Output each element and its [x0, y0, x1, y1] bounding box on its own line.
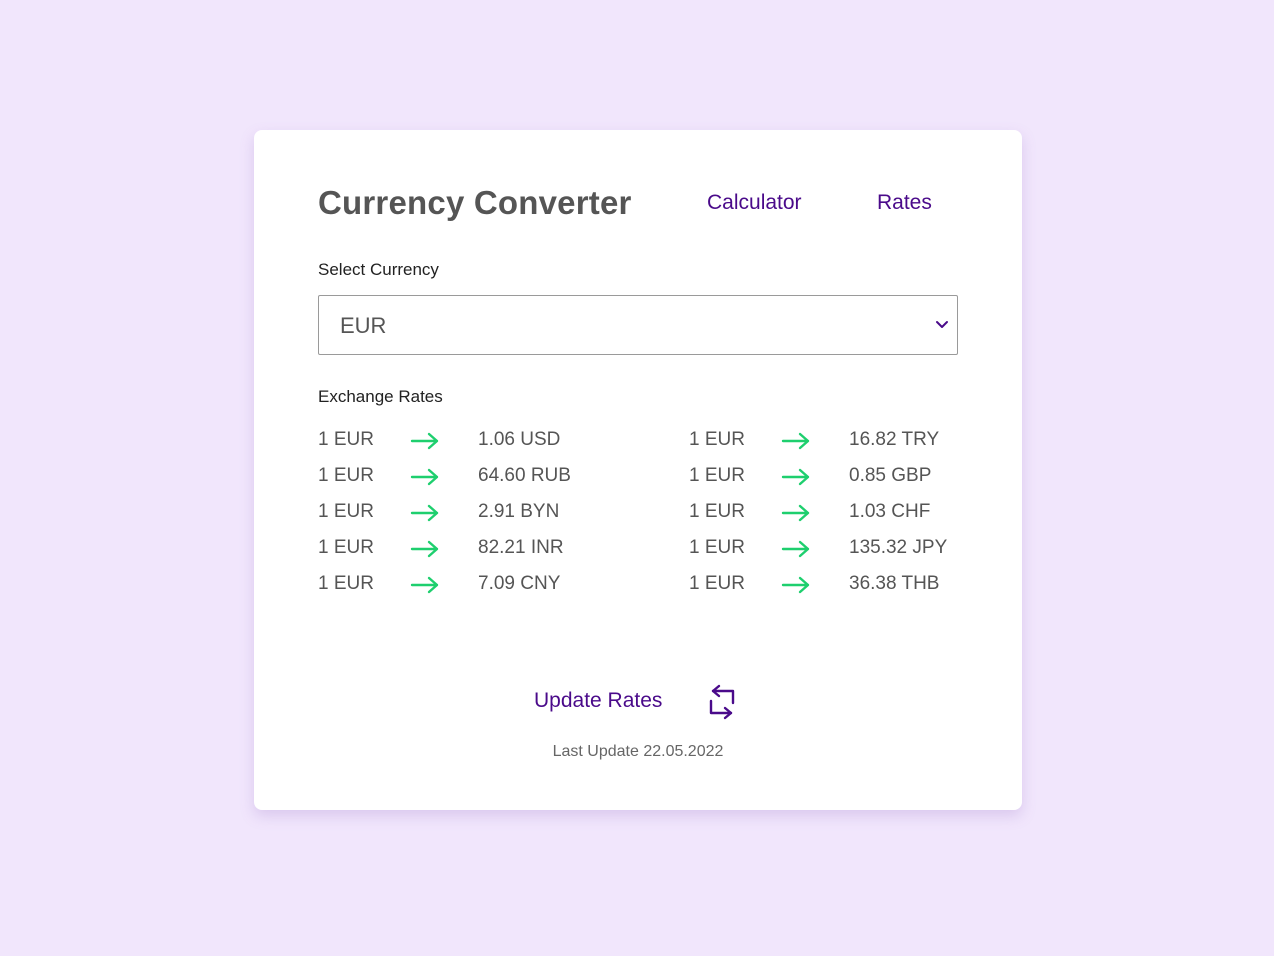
- rate-row: 1 EUR 1.06 USD: [318, 427, 618, 463]
- last-update-text: Last Update 22.05.2022: [552, 743, 724, 760]
- rate-base: 1 EUR: [689, 465, 745, 486]
- arrow-right-icon: [781, 576, 810, 594]
- currency-select-value: EUR: [340, 313, 387, 338]
- nav-calculator-link[interactable]: Calculator: [707, 191, 802, 215]
- currency-select[interactable]: EUR: [318, 295, 958, 355]
- chevron-down-icon: [936, 321, 948, 328]
- converter-card: Currency Converter Calculator Rates Sele…: [254, 130, 1022, 810]
- arrow-right-icon: [781, 432, 810, 450]
- rate-target: 36.38 THB: [849, 573, 940, 594]
- refresh-icon[interactable]: [705, 683, 739, 721]
- arrow-right-icon: [781, 468, 810, 486]
- rate-base: 1 EUR: [318, 537, 374, 558]
- rate-target: 64.60 RUB: [478, 465, 571, 486]
- rate-base: 1 EUR: [689, 573, 745, 594]
- rate-target: 1.06 USD: [478, 429, 561, 450]
- rate-target: 135.32 JPY: [849, 537, 948, 558]
- rate-row: 1 EUR 1.03 CHF: [689, 499, 989, 535]
- arrow-right-icon: [781, 504, 810, 522]
- update-rates-label: Update Rates: [534, 689, 663, 712]
- rate-target: 16.82 TRY: [849, 429, 940, 450]
- rate-row: 1 EUR 0.85 GBP: [689, 463, 989, 499]
- rate-base: 1 EUR: [689, 501, 745, 522]
- page-title: Currency Converter: [318, 184, 632, 221]
- rate-row: 1 EUR 82.21 INR: [318, 535, 618, 571]
- rate-row: 1 EUR 2.91 BYN: [318, 499, 618, 535]
- arrow-right-icon: [410, 432, 439, 450]
- rate-target: 7.09 CNY: [478, 573, 561, 594]
- rate-target: 2.91 BYN: [478, 501, 560, 522]
- rate-target: 1.03 CHF: [849, 501, 931, 522]
- rate-row: 1 EUR 16.82 TRY: [689, 427, 989, 463]
- rate-row: 1 EUR 135.32 JPY: [689, 535, 989, 571]
- select-currency-label: Select Currency: [318, 260, 439, 279]
- rate-base: 1 EUR: [318, 429, 374, 450]
- arrow-right-icon: [410, 504, 439, 522]
- update-rates-button[interactable]: Update Rates: [534, 683, 744, 723]
- rate-row: 1 EUR 7.09 CNY: [318, 571, 618, 607]
- arrow-right-icon: [781, 540, 810, 558]
- rate-base: 1 EUR: [318, 573, 374, 594]
- exchange-rates-label: Exchange Rates: [318, 387, 443, 406]
- arrow-right-icon: [410, 540, 439, 558]
- rate-base: 1 EUR: [318, 501, 374, 522]
- rate-target: 82.21 INR: [478, 537, 564, 558]
- rates-list-right: 1 EUR 16.82 TRY 1 EUR 0.85 GBP 1 EUR 1.0…: [689, 427, 989, 607]
- rate-base: 1 EUR: [689, 537, 745, 558]
- rate-base: 1 EUR: [689, 429, 745, 450]
- arrow-right-icon: [410, 576, 439, 594]
- rates-list-left: 1 EUR 1.06 USD 1 EUR 64.60 RUB 1 EUR 2.9…: [318, 427, 618, 607]
- nav-rates-link[interactable]: Rates: [877, 191, 932, 215]
- rate-row: 1 EUR 64.60 RUB: [318, 463, 618, 499]
- rate-row: 1 EUR 36.38 THB: [689, 571, 989, 607]
- rate-base: 1 EUR: [318, 465, 374, 486]
- rate-target: 0.85 GBP: [849, 465, 932, 486]
- arrow-right-icon: [410, 468, 439, 486]
